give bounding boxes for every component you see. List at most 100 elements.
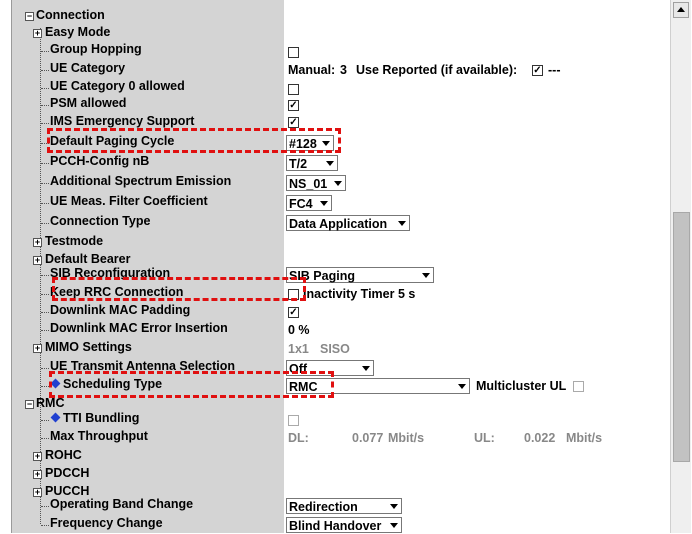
tree-branch — [41, 420, 49, 421]
tree-branch — [41, 123, 49, 124]
diamond-icon — [50, 412, 61, 423]
use-reported-checkbox[interactable]: ✓ — [532, 65, 543, 76]
ul-unit: Mbit/s — [566, 431, 603, 445]
chevron-down-icon — [320, 201, 328, 206]
tti-bundling-label: TTI Bundling — [63, 411, 140, 425]
mimo-1x1: 1x1 — [288, 342, 309, 356]
highlight-keep-rrc — [52, 277, 306, 301]
multicluster-label: Multicluster UL — [476, 379, 567, 393]
tree-item-psm-allowed[interactable]: PSM allowed — [50, 96, 126, 110]
ue-category-number[interactable]: 3 — [340, 61, 347, 79]
dl-value: 0.077 — [352, 431, 384, 445]
dl-label: DL: — [288, 431, 309, 445]
tree-item-connection-type[interactable]: Connection Type — [50, 214, 150, 228]
tree-branch — [41, 163, 49, 164]
filter-coef-select[interactable]: FC4 — [286, 195, 332, 211]
tree-item-op-band-change[interactable]: Operating Band Change — [50, 497, 193, 511]
tree-item-ims-emergency[interactable]: IMS Emergency Support — [50, 114, 194, 128]
tree-item-default-bearer[interactable]: Default Bearer — [45, 252, 130, 266]
ims-emergency-checkbox[interactable]: ✓ — [288, 117, 299, 128]
mimo-siso: SISO — [320, 342, 350, 356]
tree-item-rmc[interactable]: RMC — [36, 396, 64, 410]
tree-item-freq-change[interactable]: Frequency Change — [50, 516, 163, 530]
tree-branch — [41, 294, 49, 295]
connection-type-value: Data Application — [289, 217, 388, 231]
tree-item-pdcch[interactable]: PDCCH — [45, 466, 89, 480]
tree-item-rohc[interactable]: ROHC — [45, 448, 82, 462]
pcch-nb-value: T/2 — [289, 157, 308, 171]
ue-category-manual: Manual: — [288, 63, 336, 77]
tree-item-mimo[interactable]: MIMO Settings — [45, 340, 132, 354]
dl-mac-padding-checkbox[interactable]: ✓ — [288, 307, 299, 318]
tree-branch — [41, 330, 49, 331]
tree-branch — [41, 275, 49, 276]
chevron-down-icon — [398, 221, 406, 226]
vertical-scrollbar[interactable] — [670, 0, 691, 533]
expand-icon[interactable]: + — [33, 488, 42, 497]
expand-icon[interactable]: + — [33, 238, 42, 247]
tree-branch — [41, 105, 49, 106]
tree-branch — [41, 506, 49, 507]
chevron-down-icon — [334, 181, 342, 186]
tree-item-testmode[interactable]: Testmode — [45, 234, 103, 248]
tree-item-ue-meas[interactable]: UE Meas. Filter Coefficient — [50, 194, 208, 208]
tree-item-dl-mac-padding[interactable]: Downlink MAC Padding — [50, 303, 190, 317]
tree-item-pcch-config[interactable]: PCCH-Config nB — [50, 154, 149, 168]
ue-category0-checkbox[interactable] — [288, 84, 299, 95]
group-hopping-checkbox[interactable] — [288, 47, 299, 58]
tree-item-group-hopping[interactable]: Group Hopping — [50, 42, 142, 56]
tree-branch — [41, 70, 49, 71]
chevron-down-icon — [422, 273, 430, 278]
collapse-icon[interactable]: − — [25, 400, 34, 409]
inactivity-timer-label: Inactivity Timer 5 s — [303, 287, 416, 301]
chevron-down-icon — [390, 523, 398, 528]
dl-unit: Mbit/s — [388, 431, 425, 445]
tree-branch — [41, 88, 49, 89]
highlight-paging-cycle — [47, 128, 341, 153]
tree-item-connection[interactable]: Connection — [36, 8, 105, 22]
expand-icon[interactable]: + — [33, 470, 42, 479]
collapse-icon[interactable]: − — [25, 12, 34, 21]
tree-branch — [41, 386, 49, 387]
sib-paging-select[interactable]: SIB Paging — [286, 267, 434, 283]
scroll-thumb[interactable] — [673, 212, 690, 462]
op-band-value: Redirection — [289, 500, 358, 514]
dl-mac-error-value[interactable]: 0 % — [288, 321, 310, 339]
connection-type-select[interactable]: Data Application — [286, 215, 410, 231]
tree-branch — [41, 525, 49, 526]
expand-icon[interactable]: + — [33, 452, 42, 461]
tree-branch — [41, 223, 49, 224]
tree-branch — [41, 438, 49, 439]
highlight-scheduling-type — [49, 371, 334, 398]
tree-item-pucch[interactable]: PUCCH — [45, 484, 89, 498]
chevron-down-icon — [458, 384, 466, 389]
expand-icon[interactable]: + — [33, 29, 42, 38]
config-panel: − Connection + Easy Mode Group Hopping U… — [0, 0, 692, 533]
use-reported-value: --- — [548, 63, 561, 77]
tti-bundling-checkbox[interactable] — [288, 415, 299, 426]
tree-branch — [41, 183, 49, 184]
ul-label: UL: — [474, 431, 495, 445]
tree-item-ue-category0[interactable]: UE Category 0 allowed — [50, 79, 185, 93]
tree-item-easy-mode[interactable]: Easy Mode — [45, 25, 110, 39]
chevron-down-icon — [362, 366, 370, 371]
pcch-nb-select[interactable]: T/2 — [286, 155, 338, 171]
freq-change-select[interactable]: Blind Handover — [286, 517, 402, 533]
spectrum-select[interactable]: NS_01 — [286, 175, 346, 191]
spectrum-value: NS_01 — [289, 177, 328, 191]
tree-item-add-spectrum[interactable]: Additional Spectrum Emission — [50, 174, 231, 188]
scroll-up-button[interactable] — [673, 2, 689, 18]
chevron-down-icon — [390, 504, 398, 509]
expand-icon[interactable]: + — [33, 256, 42, 265]
ul-value: 0.022 — [524, 431, 556, 445]
op-band-select[interactable]: Redirection — [286, 498, 402, 514]
tree-branch — [41, 203, 49, 204]
tree-item-dl-mac-error[interactable]: Downlink MAC Error Insertion — [50, 321, 228, 335]
tree-item-max-throughput[interactable]: Max Throughput — [50, 429, 148, 443]
psm-allowed-checkbox[interactable]: ✓ — [288, 100, 299, 111]
tree-branch — [41, 51, 49, 52]
tree-item-tti-bundling[interactable]: TTI Bundling — [50, 411, 139, 425]
expand-icon[interactable]: + — [33, 344, 42, 353]
multicluster-checkbox[interactable] — [573, 381, 584, 392]
tree-item-ue-category[interactable]: UE Category — [50, 61, 125, 75]
